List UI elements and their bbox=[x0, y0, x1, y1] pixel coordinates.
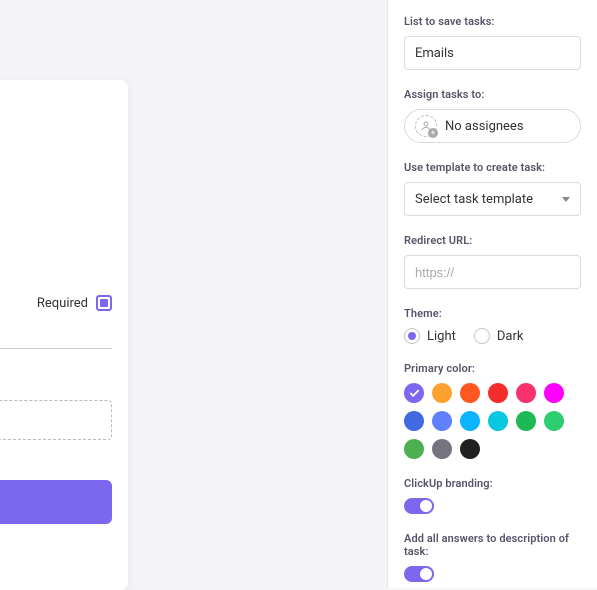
assign-field-group: Assign tasks to: + No assignees bbox=[404, 88, 581, 143]
color-swatch[interactable] bbox=[488, 383, 508, 403]
answers-field-group: Add all answers to description of task: bbox=[404, 532, 581, 582]
required-label: Required bbox=[37, 296, 88, 311]
color-swatch[interactable] bbox=[404, 439, 424, 459]
checkbox-fill-icon bbox=[100, 299, 108, 307]
color-swatch[interactable] bbox=[432, 439, 452, 459]
form-preview-card: Required bbox=[0, 80, 128, 590]
theme-label: Theme: bbox=[404, 307, 581, 320]
color-swatch[interactable] bbox=[544, 383, 564, 403]
answers-label: Add all answers to description of task: bbox=[404, 532, 581, 558]
color-swatch[interactable] bbox=[404, 411, 424, 431]
primary-color-field-group: Primary color: bbox=[404, 362, 581, 459]
template-label: Use template to create task: bbox=[404, 161, 581, 174]
template-value: Select task template bbox=[415, 192, 533, 207]
color-swatch[interactable] bbox=[460, 439, 480, 459]
list-field-group: List to save tasks: Emails bbox=[404, 15, 581, 70]
redirect-input[interactable] bbox=[404, 255, 581, 289]
list-label: List to save tasks: bbox=[404, 15, 581, 28]
color-swatch[interactable] bbox=[544, 411, 564, 431]
assignee-avatar-icon: + bbox=[415, 115, 437, 137]
color-swatch[interactable] bbox=[404, 383, 424, 403]
color-swatch[interactable] bbox=[488, 411, 508, 431]
theme-field-group: Theme: Light Dark bbox=[404, 307, 581, 344]
submit-button[interactable] bbox=[0, 480, 112, 524]
toggle-knob-icon bbox=[420, 500, 432, 512]
theme-radio-light[interactable]: Light bbox=[404, 328, 456, 344]
radio-circle-icon bbox=[474, 328, 490, 344]
color-swatch[interactable] bbox=[432, 411, 452, 431]
template-select[interactable]: Select task template bbox=[404, 182, 581, 216]
required-checkbox[interactable] bbox=[96, 295, 112, 311]
theme-radio-row: Light Dark bbox=[404, 328, 581, 344]
radio-circle-icon bbox=[404, 328, 420, 344]
color-swatch[interactable] bbox=[460, 411, 480, 431]
color-swatch[interactable] bbox=[516, 383, 536, 403]
redirect-label: Redirect URL: bbox=[404, 234, 581, 247]
answers-toggle[interactable] bbox=[404, 566, 434, 582]
assign-label: Assign tasks to: bbox=[404, 88, 581, 101]
primary-color-label: Primary color: bbox=[404, 362, 581, 375]
theme-light-label: Light bbox=[427, 329, 456, 344]
branding-field-group: ClickUp branding: bbox=[404, 477, 581, 514]
color-swatch[interactable] bbox=[460, 383, 480, 403]
assignee-value: No assignees bbox=[445, 119, 524, 134]
branding-label: ClickUp branding: bbox=[404, 477, 581, 490]
assignee-plus-icon: + bbox=[428, 128, 438, 138]
chevron-down-icon bbox=[562, 197, 570, 202]
redirect-field-group: Redirect URL: bbox=[404, 234, 581, 289]
list-value: Emails bbox=[415, 46, 454, 61]
theme-radio-dark[interactable]: Dark bbox=[474, 328, 524, 344]
required-toggle-row: Required bbox=[37, 295, 112, 311]
assignee-selector[interactable]: + No assignees bbox=[404, 109, 581, 143]
toggle-knob-icon bbox=[420, 568, 432, 580]
theme-dark-label: Dark bbox=[497, 329, 524, 344]
color-swatch-grid bbox=[404, 383, 581, 459]
color-swatch[interactable] bbox=[516, 411, 536, 431]
color-swatch[interactable] bbox=[432, 383, 452, 403]
dashed-dropzone[interactable] bbox=[0, 400, 112, 440]
list-select[interactable]: Emails bbox=[404, 36, 581, 70]
branding-toggle[interactable] bbox=[404, 498, 434, 514]
settings-sidebar: List to save tasks: Emails Assign tasks … bbox=[387, 0, 597, 588]
text-underline-field[interactable] bbox=[0, 348, 112, 349]
template-field-group: Use template to create task: Select task… bbox=[404, 161, 581, 216]
